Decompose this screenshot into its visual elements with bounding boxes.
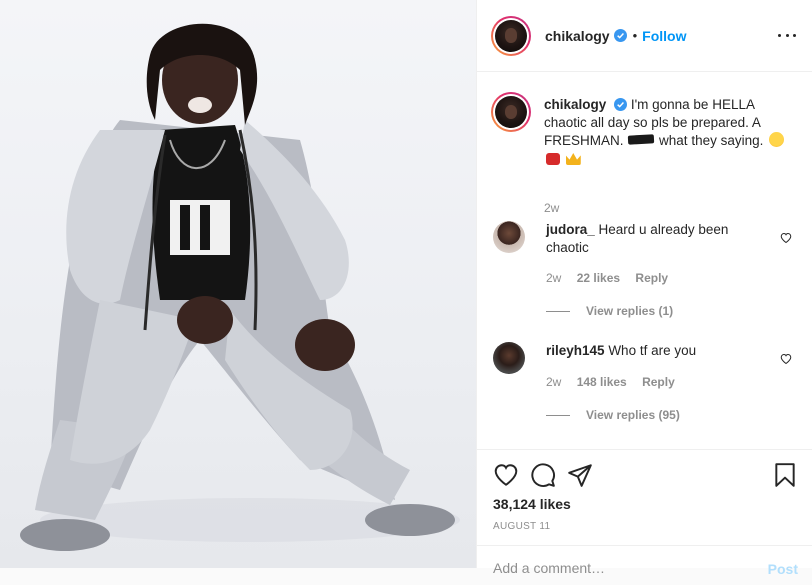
- reply-button[interactable]: Reply: [635, 271, 668, 285]
- post-actions: 38,124 likes AUGUST 11: [477, 449, 812, 545]
- comment-meta: 2w 148 likes Reply: [546, 375, 687, 389]
- comment-icon[interactable]: [530, 462, 556, 488]
- heart-icon[interactable]: [493, 462, 519, 488]
- verified-badge-icon: [613, 29, 627, 42]
- crown-emoji-icon: [565, 153, 581, 165]
- instagram-post-modal: chikalogy • Follow chikalogy I'm gonna b…: [0, 0, 812, 577]
- share-icon[interactable]: [567, 462, 593, 488]
- like-comment-icon[interactable]: [780, 353, 792, 365]
- commenter-username[interactable]: judora_: [546, 222, 595, 237]
- author-username[interactable]: chikalogy: [545, 28, 610, 44]
- add-comment-bar: Post: [477, 545, 812, 585]
- view-replies-label: View replies (95): [586, 408, 680, 422]
- post-date[interactable]: AUGUST 11: [493, 521, 550, 532]
- comment-body: Who tf are you: [608, 343, 697, 358]
- post-header: chikalogy • Follow: [477, 0, 812, 72]
- censored-word-mark: [628, 134, 655, 145]
- comment-likes[interactable]: 148 likes: [577, 375, 627, 389]
- replies-divider: [546, 414, 570, 416]
- follow-button[interactable]: Follow: [642, 28, 686, 44]
- more-options-icon[interactable]: [778, 28, 796, 42]
- view-replies-button[interactable]: View replies (1): [546, 304, 673, 318]
- add-comment-input[interactable]: [493, 560, 733, 576]
- view-replies-label: View replies (1): [586, 304, 674, 318]
- author-avatar[interactable]: [491, 15, 531, 56]
- caption-timestamp[interactable]: 2w: [544, 201, 559, 215]
- header-separator: •: [632, 28, 638, 43]
- hundred-emoji-icon: [546, 153, 560, 165]
- verified-badge-icon: [614, 98, 628, 111]
- post-side-panel: chikalogy • Follow chikalogy I'm gonna b…: [477, 0, 812, 577]
- comment-timestamp[interactable]: 2w: [546, 271, 561, 285]
- replies-divider: [546, 310, 570, 312]
- comment-likes[interactable]: 22 likes: [577, 271, 620, 285]
- post-photo-illustration: [20, 23, 460, 551]
- caption-body-part2: what they saying.: [659, 133, 764, 148]
- laughing-emoji-icon: [769, 132, 785, 147]
- comments-section[interactable]: chikalogy I'm gonna be HELLA chaotic all…: [477, 73, 812, 449]
- post-photo[interactable]: [0, 0, 477, 568]
- view-replies-button[interactable]: View replies (95): [546, 408, 680, 422]
- commenter-username[interactable]: rileyh145: [546, 343, 605, 358]
- caption-avatar[interactable]: [491, 92, 531, 132]
- post-comment-button[interactable]: Post: [768, 561, 798, 577]
- bookmark-icon[interactable]: [772, 462, 798, 488]
- likes-count[interactable]: 38,124 likes: [493, 496, 571, 512]
- caption-username[interactable]: chikalogy: [544, 97, 606, 112]
- caption-text: chikalogy I'm gonna be HELLA chaotic all…: [544, 96, 798, 168]
- reply-button[interactable]: Reply: [642, 375, 675, 389]
- like-comment-icon[interactable]: [780, 232, 792, 244]
- commenter-avatar[interactable]: [493, 342, 525, 374]
- comment-text: rileyh145 Who tf are you: [546, 342, 746, 360]
- comment-timestamp[interactable]: 2w: [546, 375, 561, 389]
- comment-meta: 2w 22 likes Reply: [546, 271, 680, 285]
- commenter-avatar[interactable]: [493, 221, 525, 253]
- comment-text: judora_ Heard u already been chaotic: [546, 221, 746, 257]
